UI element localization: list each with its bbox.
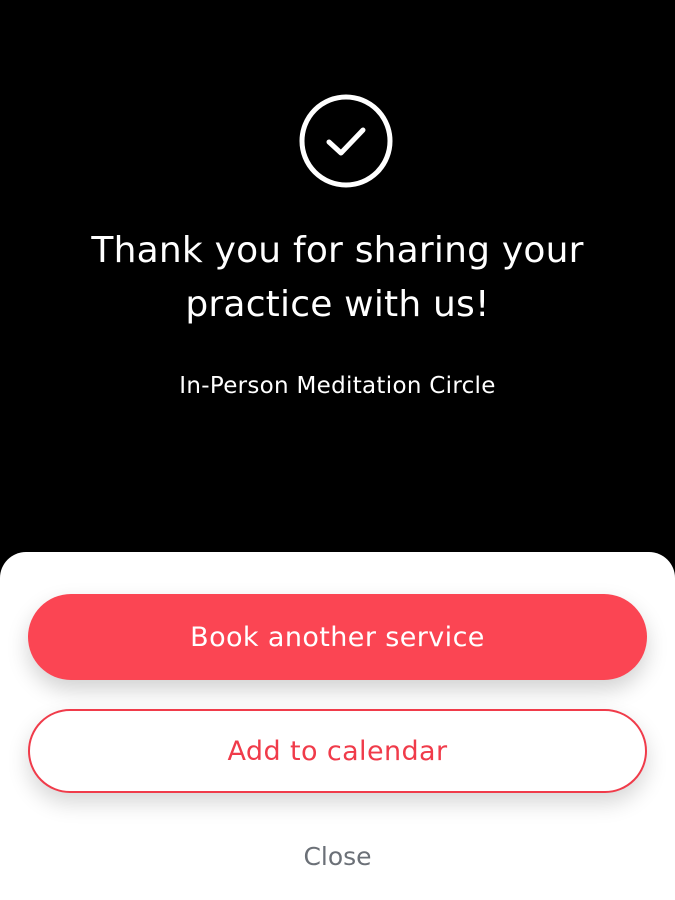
add-to-calendar-button[interactable]: Add to calendar bbox=[28, 709, 647, 793]
action-sheet: Book another service Add to calendar Clo… bbox=[0, 552, 675, 900]
book-another-service-button[interactable]: Book another service bbox=[28, 594, 647, 680]
service-name: In-Person Meditation Circle bbox=[179, 373, 496, 399]
close-button[interactable]: Close bbox=[0, 839, 675, 875]
check-circle-icon bbox=[299, 94, 393, 188]
confirmation-screen: Thank you for sharing your practice with… bbox=[0, 0, 675, 560]
confirmation-title: Thank you for sharing your practice with… bbox=[91, 230, 584, 325]
